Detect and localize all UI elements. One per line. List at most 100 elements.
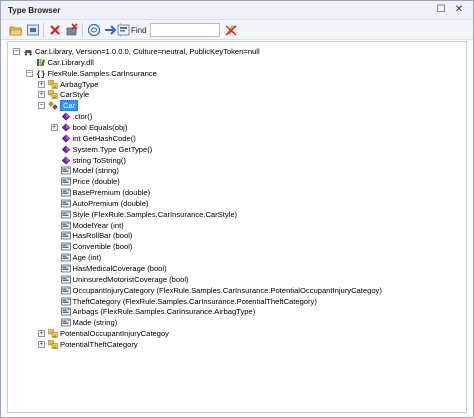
tree-node-label[interactable]: Age (int) [73,252,102,263]
tree-node-label[interactable]: System.Type GetType() [73,144,153,155]
close-icon[interactable]: ✕ [453,4,465,16]
toolbar-separator [43,23,44,37]
tree-node[interactable]: ModelYear (int) [8,220,466,231]
property-icon [60,166,71,175]
tree-node[interactable]: Convertible (bool) [8,241,466,252]
tree-node[interactable]: .ctor() [8,111,466,122]
tree-node[interactable]: Airbags (FlexRule.Samples.CarInsurance.A… [8,306,466,317]
tree-node[interactable]: + PotentialTheftCategory [8,339,466,350]
enum-icon [48,79,58,89]
tree-node-label[interactable]: HasMedicalCoverage (bool) [73,263,167,274]
tree-node-label[interactable]: BasePremium (double) [73,187,151,198]
tree-node-label[interactable]: Made (string) [73,317,118,328]
tree-node[interactable]: − Car [8,100,466,112]
property-icon [60,307,71,316]
tree-node[interactable]: UninsuredMotoristCoverage (bool) [8,274,466,285]
tree-node-label[interactable]: PotentialOccupantInjuryCategoy [60,328,169,339]
toolbar-separator [82,23,83,37]
tree-node-label[interactable]: UninsuredMotoristCoverage (bool) [73,274,189,285]
open-folder-icon[interactable] [9,23,23,37]
property-icon [60,210,71,219]
collapse-node-button[interactable]: − [25,69,33,77]
property-icon [60,199,71,208]
find-icon[interactable] [117,23,130,37]
tree-node[interactable]: Car.Library.dll [8,57,466,68]
selected-node-label[interactable]: Car [60,100,79,112]
method-icon [61,145,71,154]
tree-node[interactable]: OccupantInjuryCategory (FlexRule.Samples… [8,285,466,296]
property-icon [60,286,71,295]
enum-icon [48,90,58,100]
tree-node[interactable]: Price (double) [8,176,466,187]
collapse-node-button[interactable]: − [13,48,20,55]
window-title: Type Browser [8,6,61,15]
tree-node-label[interactable]: CarStyle [60,89,89,100]
remove-assembly-icon[interactable] [65,23,79,37]
property-icon [60,242,71,251]
delete-icon[interactable] [48,23,62,37]
tree-node-label[interactable]: TheftCategory (FlexRule.Samples.CarInsur… [73,296,317,307]
type-tree[interactable]: − Car.Library, Version=1.0.0.0, Culture=n… [7,41,467,413]
enum-icon [48,329,58,338]
tree-node-label[interactable]: AirbagType [60,79,98,90]
tree-node-label[interactable]: Car.Library.dll [48,57,94,68]
expand-node-button[interactable]: + [38,91,45,99]
expand-node-button[interactable]: + [38,330,45,338]
tree-node-label[interactable]: Style (FlexRule.Samples.CarInsurance.Car… [73,209,238,220]
tree-node[interactable]: + AirbagType [8,79,466,90]
open-assembly-icon[interactable] [26,23,40,37]
tree-node-label[interactable]: int GetHashCode() [73,133,136,144]
method-icon [61,155,71,165]
tree-node-label[interactable]: bool Equals(obj) [73,122,128,133]
navigate-forward-icon[interactable] [103,23,117,37]
tree-node[interactable]: System.Type GetType() [8,144,466,155]
tree-node-label[interactable]: FlexRule.Samples.CarInsurance [48,68,157,79]
tree-node-label[interactable]: PotentialTheftCategory [60,339,138,350]
assembly-icon [23,47,33,56]
tree-node[interactable]: + CarStyle [8,89,466,100]
dll-icon [36,58,46,67]
tree-node[interactable]: Made (string) [8,317,466,328]
tree-node[interactable]: − Car.Library, Version=1.0.0.0, Culture=n… [8,46,466,57]
property-icon [60,221,71,230]
expand-node-button[interactable]: + [50,123,58,131]
tree-node[interactable]: Style (FlexRule.Samples.CarInsurance.Car… [8,209,466,220]
toolbar: Find [1,20,473,40]
tree-node[interactable]: HasRollBar (bool) [8,230,466,241]
tree-node-label[interactable]: AutoPremium (double) [73,198,149,209]
title-bar: Type Browser ☐ ✕ [1,1,473,20]
tree-node[interactable]: + bool Equals(obj) [8,122,466,133]
tree-node-label[interactable]: OccupantInjuryCategory (FlexRule.Samples… [73,285,382,296]
tree-node[interactable]: AutoPremium (double) [8,198,466,209]
tree-node[interactable]: + PotentialOccupantInjuryCategoy [8,328,466,339]
web-icon[interactable] [87,23,101,37]
property-icon [60,264,71,273]
method-icon [61,112,71,121]
collapse-node-button[interactable]: − [38,102,45,110]
find-input[interactable] [150,23,220,37]
tree-node-label[interactable]: HasRollBar (bool) [73,230,133,241]
tree-node-label[interactable]: .ctor() [73,111,93,122]
expand-node-button[interactable]: + [38,80,45,88]
tree-node[interactable]: TheftCategory (FlexRule.Samples.CarInsur… [8,296,466,307]
clear-search-icon[interactable] [224,23,238,37]
expand-node-button[interactable]: + [38,340,45,348]
tree-node[interactable]: Age (int) [8,252,466,263]
maximize-icon[interactable]: ☐ [435,4,447,16]
tree-node-label[interactable]: Airbags (FlexRule.Samples.CarInsurance.A… [73,306,256,317]
property-icon [60,253,71,262]
tree-node-label[interactable]: Price (double) [73,176,120,187]
tree-node[interactable]: −{} FlexRule.Samples.CarInsurance [8,68,466,79]
method-icon [61,123,71,132]
tree-node-label[interactable]: Model (string) [73,165,119,176]
tree-node-label[interactable]: string ToString() [73,155,126,166]
tree-node-label[interactable]: Car.Library, Version=1.0.0.0, Culture=ne… [35,46,260,57]
tree-node-label[interactable]: Convertible (bool) [73,241,133,252]
namespace-icon: {} [36,69,46,78]
tree-node[interactable]: Model (string) [8,165,466,176]
tree-node[interactable]: BasePremium (double) [8,187,466,198]
tree-node[interactable]: string ToString() [8,155,466,166]
tree-node[interactable]: int GetHashCode() [8,133,466,144]
tree-node[interactable]: HasMedicalCoverage (bool) [8,263,466,274]
tree-node-label[interactable]: ModelYear (int) [73,220,124,231]
